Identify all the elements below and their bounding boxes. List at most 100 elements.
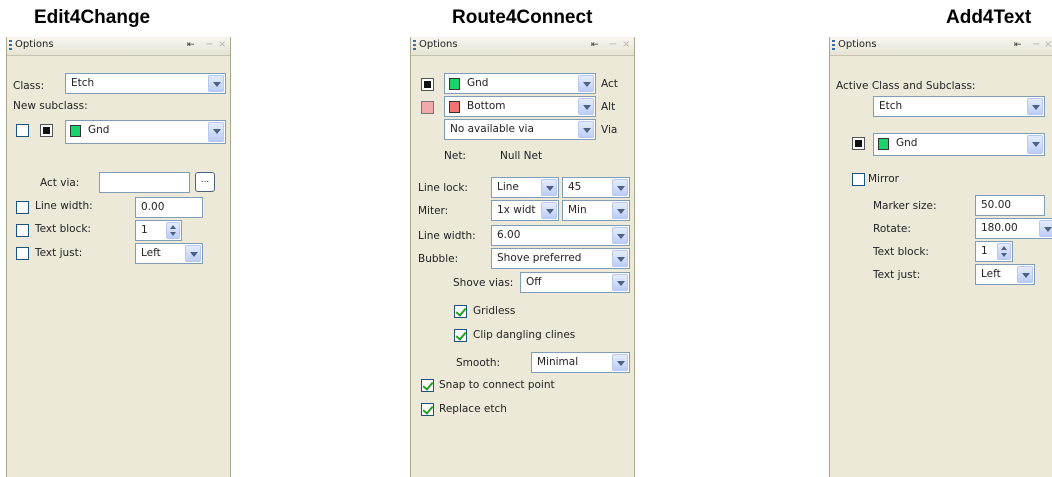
stepper-arrows-icon[interactable]: [166, 222, 180, 239]
bubble-label: Bubble:: [418, 253, 459, 265]
gridless-checkbox[interactable]: [454, 305, 467, 318]
smooth-label: Smooth:: [456, 357, 501, 369]
minimize-icon[interactable]: −: [609, 39, 617, 50]
grip-icon[interactable]: [9, 40, 12, 51]
minimize-icon[interactable]: −: [205, 39, 213, 50]
chevron-down-icon[interactable]: [1027, 98, 1043, 115]
line-width-value: 0.00: [141, 201, 165, 213]
rotate-label: Rotate:: [873, 223, 911, 235]
chevron-down-icon[interactable]: [612, 179, 628, 196]
gnd-color-chip: [449, 78, 460, 90]
act-layer-swatch[interactable]: [421, 78, 434, 91]
text-just-select[interactable]: Left: [135, 243, 203, 264]
subclass-select[interactable]: Gnd: [65, 120, 226, 144]
bubble-select[interactable]: Shove preferred: [491, 248, 630, 269]
chevron-down-icon[interactable]: [578, 75, 594, 92]
line-lock-select[interactable]: Line: [491, 177, 559, 198]
act-layer-select[interactable]: Gnd: [444, 73, 596, 94]
chevron-down-icon[interactable]: [208, 122, 224, 142]
rotate-select[interactable]: 180.00: [975, 218, 1052, 239]
stepper-arrows-icon[interactable]: [997, 243, 1011, 260]
mirror-label: Mirror: [868, 173, 899, 185]
text-block-stepper[interactable]: 1: [135, 220, 182, 241]
mirror-checkbox[interactable]: [852, 173, 865, 186]
marker-size-label: Marker size:: [873, 200, 937, 212]
text-block-stepper[interactable]: 1: [975, 241, 1013, 262]
clip-dangling-label: Clip dangling clines: [473, 329, 576, 341]
class-select-value: Etch: [879, 100, 903, 112]
grip-icon[interactable]: [413, 40, 416, 51]
chevron-down-icon[interactable]: [185, 245, 201, 262]
miter-select[interactable]: 1x widt: [491, 200, 559, 221]
miter-value: 1x widt: [497, 204, 536, 216]
text-just-checkbox[interactable]: [16, 247, 29, 260]
chevron-down-icon[interactable]: [541, 179, 557, 196]
miter-min-select[interactable]: Min: [562, 200, 630, 221]
options-header-label: Options: [15, 39, 54, 50]
class-select-value: Etch: [71, 77, 95, 89]
pin-icon[interactable]: ⇤: [591, 40, 599, 50]
smooth-value: Minimal: [537, 356, 579, 368]
chevron-down-icon[interactable]: [612, 202, 628, 219]
gnd-color-chip: [878, 138, 889, 150]
text-just-label: Text just:: [35, 247, 83, 259]
line-width-value: 6.00: [497, 229, 521, 241]
text-block-checkbox[interactable]: [16, 224, 29, 237]
smooth-select[interactable]: Minimal: [531, 352, 630, 373]
pin-icon[interactable]: ⇤: [1014, 40, 1022, 50]
class-select[interactable]: Etch: [65, 73, 226, 94]
options-panel-route4connect: Options ⇤ − × Gnd Act Bottom Alt No avai…: [410, 37, 635, 477]
browse-via-button[interactable]: ...: [195, 172, 215, 192]
alt-layer-value: Bottom: [467, 100, 506, 112]
text-just-select[interactable]: Left: [975, 264, 1035, 285]
shove-vias-select[interactable]: Off: [520, 272, 630, 293]
act-via-input[interactable]: [99, 172, 190, 193]
minimize-icon[interactable]: −: [1032, 39, 1040, 50]
chevron-down-icon[interactable]: [612, 250, 628, 267]
line-lock-angle-select[interactable]: 45: [562, 177, 630, 198]
line-width-checkbox[interactable]: [16, 201, 29, 214]
class-select[interactable]: Etch: [873, 96, 1045, 117]
close-icon[interactable]: ×: [1044, 39, 1052, 50]
close-icon[interactable]: ×: [622, 39, 630, 50]
options-header[interactable]: Options ⇤ − ×: [7, 37, 230, 56]
via-label: Via: [601, 124, 618, 136]
clip-dangling-checkbox[interactable]: [454, 329, 467, 342]
chevron-down-icon[interactable]: [208, 75, 224, 92]
chevron-down-icon[interactable]: [612, 227, 628, 244]
grip-icon[interactable]: [832, 40, 835, 51]
miter-label: Miter:: [418, 205, 449, 217]
chevron-down-icon[interactable]: [541, 202, 557, 219]
marker-size-input[interactable]: 50.00: [975, 195, 1045, 216]
line-lock-value: Line: [497, 181, 519, 193]
replace-etch-checkbox[interactable]: [421, 403, 434, 416]
alt-layer-select[interactable]: Bottom: [444, 96, 596, 117]
alt-label: Alt: [601, 101, 616, 113]
alt-layer-swatch[interactable]: [421, 101, 434, 114]
chevron-down-icon[interactable]: [612, 354, 628, 371]
shove-vias-value: Off: [526, 276, 542, 288]
via-select[interactable]: No available via: [444, 119, 596, 140]
chevron-down-icon[interactable]: [1017, 266, 1033, 283]
options-header[interactable]: Options ⇤ − ×: [411, 37, 634, 56]
subclass-select[interactable]: Gnd: [873, 133, 1045, 156]
line-width-select[interactable]: 6.00: [491, 225, 630, 246]
subclass-visibility-swatch[interactable]: [40, 124, 53, 137]
panel-title-add4text: Add4Text: [946, 7, 1032, 28]
close-icon[interactable]: ×: [218, 39, 226, 50]
chevron-down-icon[interactable]: [578, 98, 594, 115]
subclass-checkbox[interactable]: [16, 124, 29, 137]
chevron-down-icon[interactable]: [1039, 220, 1052, 237]
chevron-down-icon[interactable]: [1027, 135, 1043, 154]
subclass-visibility-swatch[interactable]: [852, 137, 865, 150]
text-just-label: Text just:: [873, 269, 921, 281]
chevron-down-icon[interactable]: [578, 121, 594, 138]
pin-icon[interactable]: ⇤: [187, 40, 195, 50]
snap-checkbox[interactable]: [421, 379, 434, 392]
gridless-label: Gridless: [473, 305, 516, 317]
line-lock-label: Line lock:: [418, 182, 468, 194]
options-header[interactable]: Options ⇤ − ×: [830, 37, 1052, 56]
chevron-down-icon[interactable]: [612, 274, 628, 291]
active-class-label: Active Class and Subclass:: [836, 80, 976, 92]
line-width-input[interactable]: 0.00: [135, 197, 203, 218]
